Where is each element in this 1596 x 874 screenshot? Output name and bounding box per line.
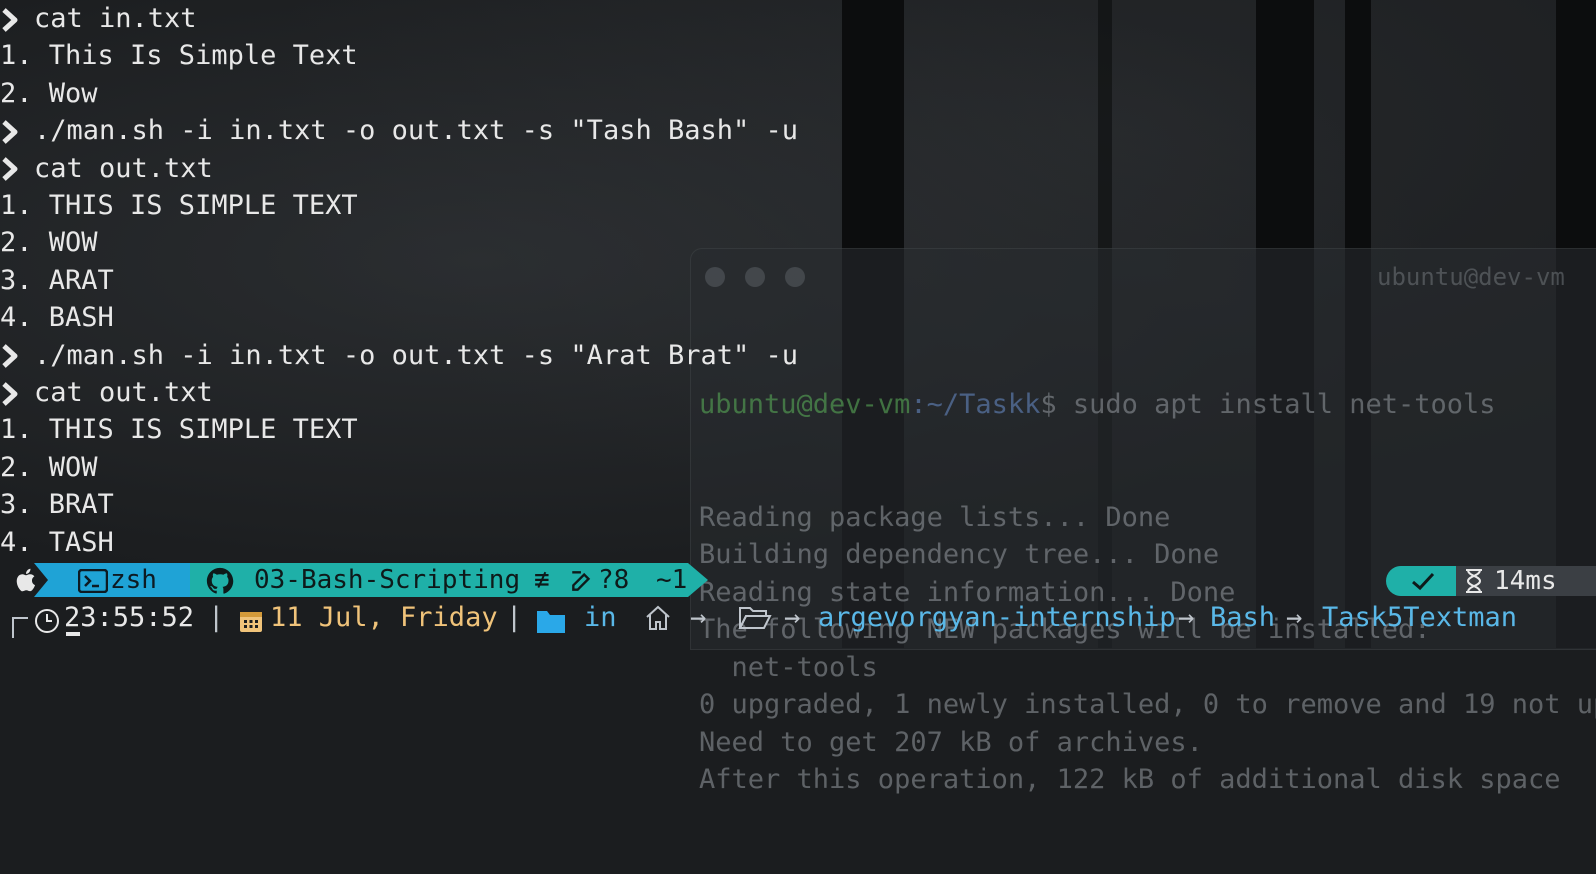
window-titlebar: ubuntu@dev-vm bbox=[691, 249, 1596, 307]
background-output-line: 0 upgraded, 1 newly installed, 0 to remo… bbox=[699, 689, 1596, 720]
current-dir: in bbox=[584, 602, 617, 633]
path-arrow-icon: → bbox=[1178, 602, 1195, 633]
line-text: ./man.sh -i in.txt -o out.txt -s "Arat B… bbox=[34, 339, 799, 371]
prompt-chevron-icon bbox=[0, 112, 34, 149]
text-cursor[interactable] bbox=[66, 632, 80, 636]
path-arrow-icon: → bbox=[784, 602, 801, 633]
path-part: argevorgyan-internship bbox=[818, 602, 1176, 633]
prompt-date: 11 Jul, Friday bbox=[270, 602, 498, 633]
output-line: 1. This Is Simple Text bbox=[0, 37, 358, 74]
background-output-line: Need to get 207 kB of archives. bbox=[699, 726, 1203, 758]
output-line: 3. BRAT bbox=[0, 486, 114, 523]
prompt-user: ubuntu@dev-vm bbox=[699, 389, 911, 420]
line-text: 1. This Is Simple Text bbox=[0, 40, 358, 72]
command-line: ./man.sh -i in.txt -o out.txt -s "Arat B… bbox=[0, 337, 798, 374]
checkmark-icon bbox=[1412, 572, 1435, 591]
prompt-corner-icon bbox=[0, 598, 28, 650]
background-output-line: After this operation, 122 kB of addition… bbox=[699, 764, 1561, 795]
path-arrow-icon: → bbox=[690, 602, 707, 633]
git-diverged-status: ≢ bbox=[534, 565, 550, 595]
success-status-badge bbox=[1386, 566, 1456, 596]
command-line: ./man.sh -i in.txt -o out.txt -s "Tash B… bbox=[0, 112, 798, 149]
output-line: 2. Wow bbox=[0, 75, 98, 112]
line-text: 2. Wow bbox=[0, 77, 98, 109]
line-text: 3. ARAT bbox=[0, 264, 114, 296]
prompt-separator: | bbox=[208, 602, 225, 633]
background-output-line: net-tools bbox=[699, 651, 878, 683]
line-text: 1. THIS IS SIMPLE TEXT bbox=[0, 190, 358, 221]
output-line: 3. ARAT bbox=[0, 262, 114, 299]
segment-arrow-icon bbox=[688, 563, 708, 597]
open-folder-icon bbox=[738, 604, 772, 644]
line-text: cat out.txt bbox=[34, 377, 213, 408]
command-line: cat in.txt bbox=[0, 0, 197, 37]
line-text: 4. BASH bbox=[0, 302, 114, 334]
minimize-dot-icon[interactable] bbox=[745, 267, 765, 287]
command-line: cat out.txt bbox=[0, 150, 213, 187]
path-arrow-icon: → bbox=[1286, 602, 1303, 633]
shell-segment: zsh bbox=[34, 563, 190, 597]
path-part: Bash bbox=[1210, 602, 1276, 633]
line-text: 4. TASH bbox=[0, 526, 114, 558]
prompt-command: $ sudo apt install net-tools bbox=[1040, 389, 1496, 420]
clock-icon bbox=[34, 606, 60, 646]
line-text: cat in.txt bbox=[34, 3, 197, 34]
output-line: 2. WOW bbox=[0, 449, 98, 486]
shell-name: zsh bbox=[110, 565, 157, 595]
output-line: 2. WOW bbox=[0, 224, 98, 261]
command-duration: 14ms bbox=[1494, 566, 1557, 596]
output-line: 1. THIS IS SIMPLE TEXT bbox=[0, 187, 358, 224]
home-icon bbox=[644, 604, 672, 644]
prompt-separator: | bbox=[506, 602, 523, 633]
untracked-count: ?8 bbox=[598, 565, 630, 595]
prompt-line: 23:55:52 | 11 Jul, Friday | in → → argev… bbox=[0, 598, 1596, 638]
line-text: 1. THIS IS SIMPLE TEXT bbox=[0, 414, 358, 446]
line-text: cat out.txt bbox=[34, 152, 213, 184]
output-line: 4. TASH bbox=[0, 524, 114, 561]
line-text: ./man.sh -i in.txt -o out.txt -s "Tash B… bbox=[34, 115, 799, 147]
path-part: Task5Textman bbox=[1322, 602, 1518, 633]
prompt-time: 23:55:52 bbox=[64, 602, 195, 633]
output-line: 1. THIS IS SIMPLE TEXT bbox=[0, 411, 358, 448]
background-output-line: Reading package lists... Done bbox=[699, 501, 1171, 533]
folder-icon bbox=[536, 606, 566, 646]
close-dot-icon[interactable] bbox=[705, 267, 725, 287]
prompt-chevron-icon bbox=[0, 374, 34, 411]
command-line: cat out.txt bbox=[0, 374, 213, 411]
prompt-chevron-icon bbox=[0, 0, 34, 37]
hourglass-icon bbox=[1466, 569, 1482, 593]
line-text: 2. WOW bbox=[0, 451, 98, 483]
edit-icon bbox=[568, 563, 596, 597]
duration-badge: 14ms bbox=[1456, 566, 1596, 596]
git-segment: 03-Bash-Scripting ≢ ?8 ~1 bbox=[190, 563, 688, 597]
modified-count: ~1 bbox=[656, 565, 688, 595]
line-text: 3. BRAT bbox=[0, 489, 114, 521]
segment-arrow-icon bbox=[34, 563, 48, 597]
prompt-chevron-icon bbox=[0, 337, 34, 374]
zoom-dot-icon[interactable] bbox=[785, 267, 805, 287]
calendar-icon bbox=[238, 606, 264, 646]
terminal-icon bbox=[77, 563, 109, 597]
prompt-chevron-icon bbox=[0, 150, 34, 187]
line-text: 2. WOW bbox=[0, 227, 98, 259]
github-icon bbox=[204, 563, 236, 597]
status-bar: zsh 03-Bash-Scripting ≢ ?8 ~1 bbox=[0, 561, 1596, 598]
window-title: ubuntu@dev-vm bbox=[1377, 263, 1565, 291]
prompt-path: :~/Taskk bbox=[910, 389, 1041, 420]
repo-name: 03-Bash-Scripting bbox=[254, 565, 521, 595]
output-line: 4. BASH bbox=[0, 299, 114, 336]
